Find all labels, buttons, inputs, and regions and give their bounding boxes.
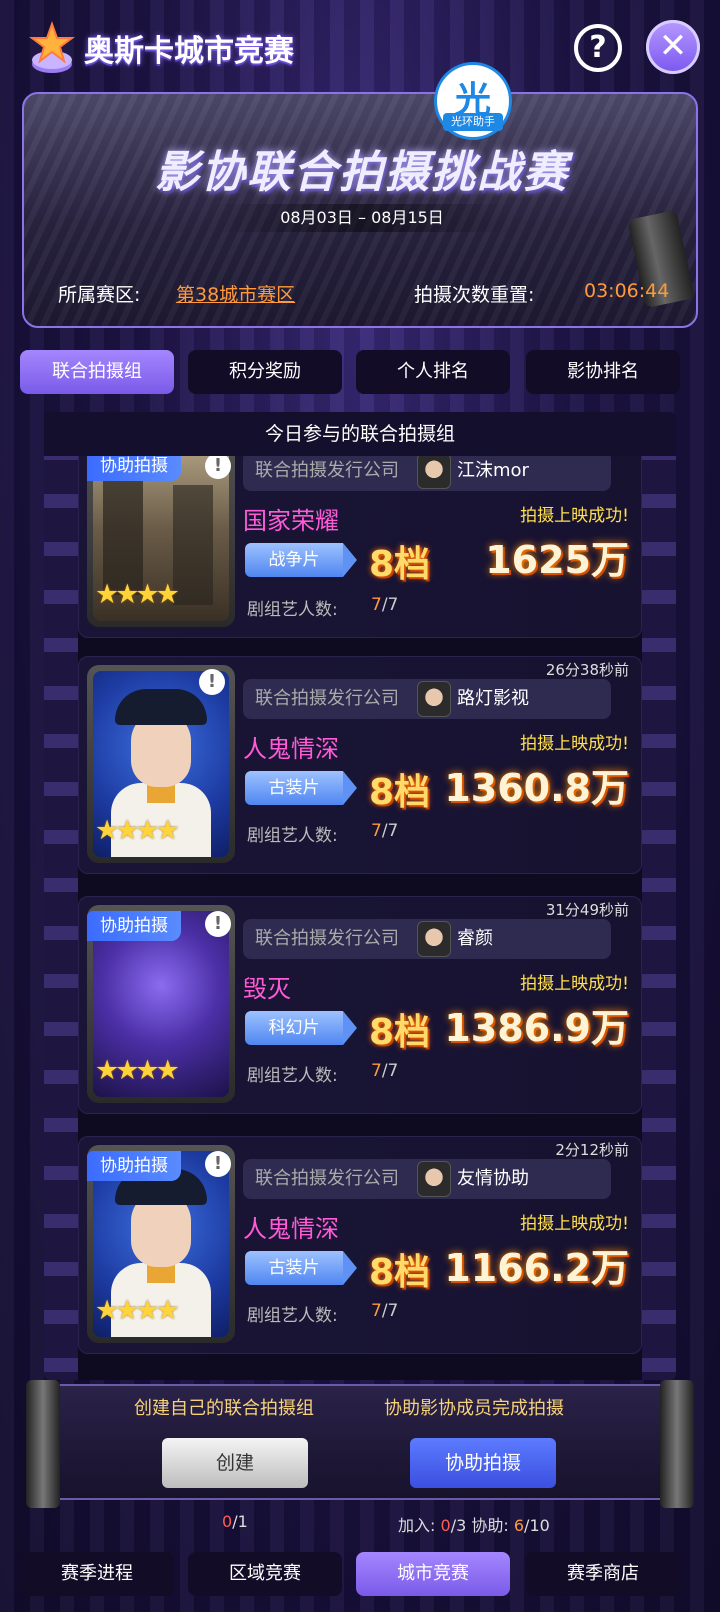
create-hint: 创建自己的联合拍摄组 (134, 1398, 314, 1419)
tier-label: 8档 (369, 1252, 431, 1293)
star-rating: ★★★★ (95, 579, 180, 610)
top-tabs: 联合拍摄组 积分奖励 个人排名 影协排名 (20, 350, 700, 394)
event-dates: 08月03日 – 08月15日 (214, 204, 510, 232)
genre-tag: 战争片 (245, 543, 357, 577)
tier-label: 8档 (369, 1012, 431, 1053)
time-ago: 2分12秒前 (555, 1141, 629, 1159)
star-rating: ★★★★ (95, 1295, 180, 1326)
success-text: 拍摄上映成功! (520, 974, 629, 994)
film-title: 国家荣耀 (243, 507, 339, 535)
box-office: 1386.9万 (444, 1006, 629, 1050)
info-icon[interactable]: ! (205, 911, 231, 937)
success-text: 拍摄上映成功! (520, 1214, 629, 1234)
company-avatar[interactable] (417, 1161, 451, 1197)
joint-group-list[interactable]: 今日参与的联合拍摄组 ★★★★ 协助拍摄 ! 联合拍摄发行公司 江沫mor 国家… (44, 412, 676, 1380)
scroll-cap-right (660, 1380, 694, 1508)
crew-count: 7/7 (371, 1061, 399, 1081)
join-assist-count: 加入: 0/3 协助: 6/10 (398, 1516, 550, 1535)
company-name: 路灯影视 (457, 688, 529, 709)
assist-tag: 协助拍摄 (87, 911, 181, 941)
company-name: 江沫mor (457, 460, 529, 481)
crew-count: 7/7 (371, 595, 399, 615)
info-icon[interactable]: ! (205, 1151, 231, 1177)
tab-joint-shoot[interactable]: 联合拍摄组 (20, 350, 174, 394)
assist-button[interactable]: 协助拍摄 (410, 1438, 556, 1488)
company-label: 联合拍摄发行公司 (255, 460, 399, 481)
company-avatar[interactable] (417, 921, 451, 957)
crew-count: 7/7 (371, 821, 399, 841)
crew-label: 剧组艺人数: (247, 826, 338, 846)
company-bar: 联合拍摄发行公司 江沫mor (243, 451, 611, 491)
tab-personal-rank[interactable]: 个人排名 (356, 350, 510, 394)
company-bar: 联合拍摄发行公司 路灯影视 (243, 679, 611, 719)
crew-label: 剧组艺人数: (247, 1066, 338, 1086)
genre-tag: 古装片 (245, 1251, 357, 1285)
group-card[interactable]: 2分12秒前 ★★★★ 协助拍摄 ! 联合拍摄发行公司 友情协助 人鬼情深 古装… (78, 1136, 642, 1354)
assist-tag: 协助拍摄 (87, 1151, 181, 1181)
company-bar: 联合拍摄发行公司 睿颜 (243, 919, 611, 959)
time-ago: 31分49秒前 (545, 901, 629, 919)
film-title: 人鬼情深 (243, 735, 339, 763)
genre-tag: 科幻片 (245, 1011, 357, 1045)
crew-label: 剧组艺人数: (247, 1306, 338, 1326)
scroll-cap-left (26, 1380, 60, 1508)
help-button[interactable]: ? (574, 24, 622, 72)
reset-label: 拍摄次数重置: (414, 284, 535, 306)
company-label: 联合拍摄发行公司 (255, 928, 399, 949)
crew-label: 剧组艺人数: (247, 600, 338, 620)
tab-region-contest[interactable]: 区域竞赛 (188, 1552, 342, 1596)
company-label: 联合拍摄发行公司 (255, 688, 399, 709)
info-icon[interactable]: ! (205, 453, 231, 479)
zone-label: 所属赛区: (58, 284, 141, 306)
badge-text: 光环助手 (443, 113, 503, 131)
company-avatar[interactable] (417, 453, 451, 489)
film-title: 人鬼情深 (243, 1215, 339, 1243)
film-rail-left (44, 412, 78, 1380)
bottom-tabs: 赛季进程 区域竞赛 城市竞赛 赛季商店 (20, 1552, 700, 1596)
company-bar: 联合拍摄发行公司 友情协助 (243, 1159, 611, 1199)
create-button[interactable]: 创建 (162, 1438, 308, 1488)
tab-season-progress[interactable]: 赛季进程 (20, 1552, 174, 1596)
action-panel: 创建自己的联合拍摄组 协助影协成员完成拍摄 创建 协助拍摄 (26, 1380, 694, 1508)
zone-link[interactable]: 第38城市赛区 (176, 280, 295, 307)
success-text: 拍摄上映成功! (520, 506, 629, 526)
crew-count: 7/7 (371, 1301, 399, 1321)
tier-label: 8档 (369, 544, 431, 585)
event-banner: 影协联合拍摄挑战赛 08月03日 – 08月15日 所属赛区: 第38城市赛区 … (22, 92, 698, 328)
group-card[interactable]: 26分38秒前 ★★★★ ! 联合拍摄发行公司 路灯影视 人鬼情深 古装片 8档… (78, 656, 642, 874)
genre-tag: 古装片 (245, 771, 357, 805)
tab-city-contest[interactable]: 城市竞赛 (356, 1552, 510, 1596)
banner-title: 影协联合拍摄挑战赛 (155, 147, 569, 198)
info-icon[interactable]: ! (199, 669, 225, 695)
film-title: 毁灭 (243, 975, 291, 1003)
tab-season-shop[interactable]: 赛季商店 (526, 1552, 680, 1596)
create-count: 0/1 (222, 1512, 248, 1531)
time-ago: 26分38秒前 (545, 661, 629, 679)
box-office: 1360.8万 (444, 766, 629, 810)
close-button[interactable]: ✕ (646, 20, 700, 74)
company-name: 睿颜 (457, 928, 493, 949)
company-avatar[interactable] (417, 681, 451, 717)
assist-hint: 协助影协成员完成拍摄 (384, 1398, 564, 1419)
app-title: 奥斯卡城市竞赛 (84, 34, 294, 69)
group-card[interactable]: 31分49秒前 ★★★★ 协助拍摄 ! 联合拍摄发行公司 睿颜 毁灭 科幻片 8… (78, 896, 642, 1114)
tab-points-reward[interactable]: 积分奖励 (188, 350, 342, 394)
company-name: 友情协助 (457, 1168, 529, 1189)
success-text: 拍摄上映成功! (520, 734, 629, 754)
box-office: 1166.2万 (444, 1246, 629, 1290)
star-rating: ★★★★ (95, 815, 180, 846)
box-office: 1625万 (485, 538, 629, 582)
star-rating: ★★★★ (95, 1055, 180, 1086)
oscar-logo-icon (29, 21, 75, 73)
tier-label: 8档 (369, 772, 431, 813)
company-label: 联合拍摄发行公司 (255, 1168, 399, 1189)
guanghuan-badge-icon: 光 光环助手 (434, 62, 512, 140)
reset-timer: 03:06:44 (584, 280, 670, 302)
tab-guild-rank[interactable]: 影协排名 (526, 350, 680, 394)
film-rail-right (642, 412, 676, 1380)
list-header: 今日参与的联合拍摄组 (44, 412, 676, 456)
header: 奥斯卡城市竞赛 ? ✕ (0, 0, 720, 92)
